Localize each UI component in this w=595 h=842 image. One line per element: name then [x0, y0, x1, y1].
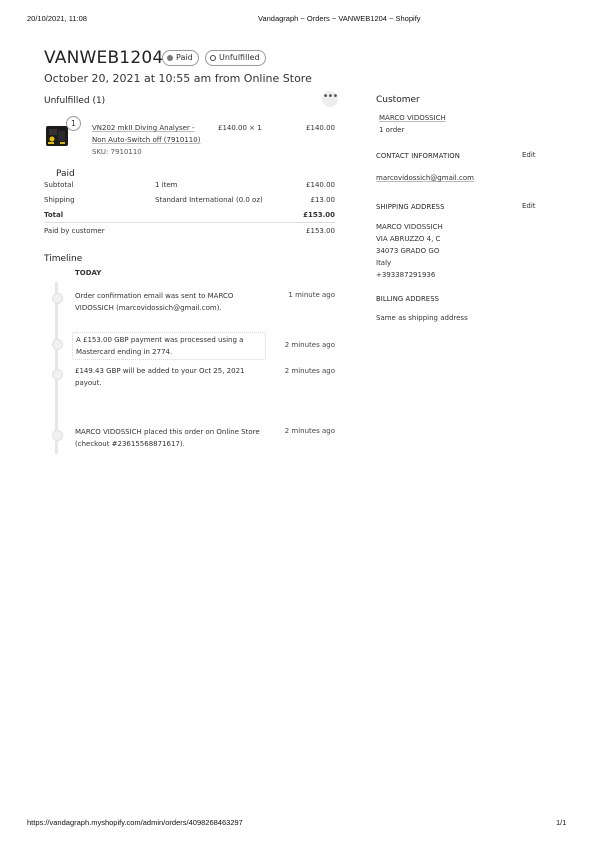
product-line-total: £140.00	[306, 124, 335, 132]
print-doc-title: Vandagraph ~ Orders ~ VANWEB1204 ~ Shopi…	[258, 14, 421, 23]
customer-email-link[interactable]: marcovidossich@gmail.com	[376, 172, 474, 184]
fulfillment-status-badge: Unfulfilled	[205, 50, 266, 66]
shipping-detail: Standard International (0.0 oz)	[155, 196, 263, 204]
total-amount: £153.00	[303, 211, 335, 219]
timeline-event: MARCO VIDOSSICH placed this order on Onl…	[75, 426, 280, 450]
paid-heading: Paid	[56, 169, 75, 179]
unfulfilled-heading: Unfulfilled (1)	[44, 96, 106, 106]
customer-heading: Customer	[376, 95, 420, 105]
timeline-today-label: TODAY	[75, 269, 102, 277]
ring-dot-icon	[210, 55, 216, 61]
product-unit-price: £140.00 × 1	[218, 124, 262, 132]
shipping-address-heading: SHIPPING ADDRESS	[376, 203, 445, 211]
print-url: https://vandagraph.myshopify.com/admin/o…	[27, 818, 243, 827]
billing-address-text: Same as shipping address	[376, 314, 468, 322]
fulfillment-status-label: Unfulfilled	[219, 53, 260, 62]
timeline-event-line2: (checkout #23615568871617).	[75, 440, 185, 448]
subtotal-amount: £140.00	[306, 181, 335, 189]
contact-edit-button[interactable]: Edit	[522, 151, 536, 159]
product-name-link-line2[interactable]: Non Auto-Switch off (7910110)	[92, 136, 200, 144]
paid-by-customer-label: Paid by customer	[44, 227, 105, 235]
product-name-link[interactable]: VN202 mkII Diving Analyser -	[92, 124, 195, 132]
address-line: MARCO VIDOSSICH	[376, 223, 443, 231]
address-line: VIA ABRUZZO 4, C	[376, 235, 441, 243]
order-subtitle: October 20, 2021 at 10:55 am from Online…	[44, 72, 312, 85]
timeline-dot	[52, 339, 63, 350]
divider	[44, 222, 335, 223]
shipping-amount: £13.00	[310, 196, 336, 204]
timeline-heading: Timeline	[44, 254, 83, 264]
product-thumbnail	[46, 126, 68, 146]
filled-dot-icon	[167, 55, 173, 61]
timeline-event-time: 1 minute ago	[288, 291, 335, 299]
timeline-event-line2: payout.	[75, 379, 102, 387]
timeline-event-payment[interactable]: A £153.00 GBP payment was processed usin…	[72, 332, 266, 360]
subtotal-label: Subtotal	[44, 181, 74, 189]
ellipsis-icon[interactable]: •••	[322, 91, 338, 107]
quantity-badge: 1	[66, 116, 81, 131]
print-datetime: 20/10/2021, 11:08	[27, 14, 87, 23]
print-page-number: 1/1	[556, 818, 567, 827]
timeline-dot	[52, 369, 63, 380]
timeline-event-line2: Mastercard ending in 2774.	[76, 348, 173, 356]
timeline-event-line1: £149.43 GBP will be added to your Oct 25…	[75, 367, 245, 375]
timeline-event-time: 2 minutes ago	[284, 427, 335, 435]
timeline-dot	[52, 430, 63, 441]
timeline-dot	[52, 293, 63, 304]
shipping-edit-button[interactable]: Edit	[522, 202, 536, 210]
billing-address-heading: BILLING ADDRESS	[376, 295, 440, 303]
timeline-event-time: 2 minutes ago	[284, 367, 335, 375]
timeline-event-line1: A £153.00 GBP payment was processed usin…	[76, 336, 244, 344]
payment-status-label: Paid	[176, 53, 193, 62]
timeline-event: £149.43 GBP will be added to your Oct 25…	[75, 365, 275, 389]
timeline-event-line1: Order confirmation email was sent to MAR…	[75, 292, 234, 300]
contact-info-heading: CONTACT INFORMATION	[376, 152, 460, 160]
subtotal-detail: 1 item	[155, 181, 178, 189]
address-line: 34073 GRADO GO	[376, 247, 440, 255]
total-label: Total	[44, 211, 64, 219]
payment-status-badge: Paid	[162, 50, 199, 66]
address-line: Italy	[376, 259, 392, 267]
customer-name-link[interactable]: MARCO VIDOSSICH	[379, 112, 446, 124]
order-number: VANWEB1204	[44, 48, 164, 68]
shipping-label: Shipping	[44, 196, 75, 204]
product-sku: SKU: 7910110	[92, 148, 142, 156]
paid-by-customer-amount: £153.00	[306, 227, 335, 235]
timeline-event-line2: VIDOSSICH (marcovidossich@gmail.com).	[75, 304, 222, 312]
timeline-track	[55, 282, 58, 454]
address-phone: +393387291936	[376, 271, 436, 279]
timeline-event-line1: MARCO VIDOSSICH placed this order on Onl…	[75, 428, 260, 436]
customer-order-count: 1 order	[379, 126, 405, 134]
timeline-event-time: 2 minutes ago	[284, 341, 335, 349]
timeline-event: Order confirmation email was sent to MAR…	[75, 290, 275, 314]
